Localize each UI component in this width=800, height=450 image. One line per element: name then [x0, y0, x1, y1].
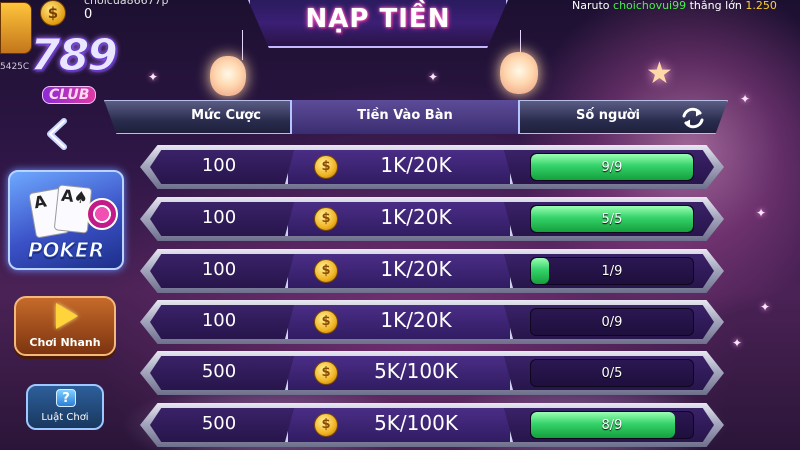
bet-value: 500 [201, 413, 237, 434]
column-header-bet: Mức Cược [191, 108, 261, 123]
lantern-string [520, 30, 521, 54]
bet-value: 100 [201, 259, 237, 280]
players-count: 8/9 [601, 418, 623, 433]
table-row[interactable]: 500 $5K/100K 0/5 [140, 351, 724, 395]
side-number: 5425C [0, 62, 30, 72]
entry-value: 1K/20K [380, 257, 452, 281]
quick-play-label: Chơi Nhanh [29, 336, 101, 349]
play-icon [56, 303, 78, 329]
bet-value: 100 [201, 310, 237, 331]
poker-chip-icon [86, 198, 118, 230]
players-bar: 0/9 [530, 308, 694, 336]
entry-value: 1K/20K [380, 205, 452, 229]
poker-game-card[interactable]: A A♠ POKER [8, 170, 124, 270]
rules-button[interactable]: ? Luật Chơi [26, 384, 104, 430]
ticker-amount: 1.250 [745, 0, 777, 12]
user-info: $ choicua86677p 0 [0, 0, 170, 28]
table-row[interactable]: 500 $5K/100K 8/9 [140, 403, 724, 447]
entry-value: 5K/100K [374, 359, 458, 383]
page-title: NẠP TIỀN [305, 4, 451, 34]
ticker-prefix: Naruto [572, 0, 610, 12]
logo-club: CLUB [42, 86, 97, 104]
lantern-icon [500, 52, 538, 94]
star-icon: ✦ [148, 70, 159, 84]
coin-icon: $ [314, 310, 338, 334]
coin-icon: $ [314, 155, 338, 179]
coin-icon: $ [314, 259, 338, 283]
brand-logo: 789 CLUB [30, 30, 118, 110]
table-row[interactable]: 100 $1K/20K 1/9 [140, 249, 724, 293]
table-row[interactable]: 100 $1K/20K 9/9 [140, 145, 724, 189]
entry-value: 1K/20K [380, 308, 452, 332]
players-count: 9/9 [601, 160, 623, 175]
bet-value: 500 [201, 361, 237, 382]
star-icon: ✦ [732, 336, 743, 350]
bet-value: 100 [201, 207, 237, 228]
question-icon: ? [56, 389, 76, 407]
star-icon: ✦ [756, 206, 767, 220]
coin-icon: $ [314, 361, 338, 385]
ticker-middle: thắng lớn [689, 0, 742, 12]
table-row[interactable]: 100 $1K/20K 0/9 [140, 300, 724, 344]
players-bar: 0/5 [530, 359, 694, 387]
players-bar: 8/9 [530, 411, 694, 439]
coin-icon: $ [314, 413, 338, 437]
star-icon: ✦ [740, 92, 751, 106]
lantern-icon [210, 56, 246, 96]
players-bar: 1/9 [530, 257, 694, 285]
quick-play-button[interactable]: Chơi Nhanh [14, 296, 116, 356]
lobby-scene: ✦ ✦ ✦ ✦ ✦ ✦ ★ $ choicua86677p 0 5425C 78… [0, 0, 800, 450]
coin-icon: $ [314, 207, 338, 231]
ticker-player: choichovui99 [613, 0, 687, 12]
players-count: 1/9 [601, 264, 623, 279]
entry-value: 5K/100K [374, 411, 458, 435]
rules-label: Luật Chơi [41, 412, 89, 423]
column-header-entry: Tiền Vào Bàn [357, 108, 453, 123]
players-count: 0/5 [601, 366, 623, 381]
table-row[interactable]: 100 $1K/20K 5/5 [140, 197, 724, 241]
players-count: 5/5 [601, 212, 623, 227]
star-icon: ✦ [760, 300, 771, 314]
logo-number: 789 [30, 30, 119, 82]
column-header-players: Số người [575, 108, 641, 123]
star-icon: ✦ [428, 70, 439, 84]
lantern-string [242, 30, 243, 60]
bet-value: 100 [201, 155, 237, 176]
players-count: 0/9 [601, 315, 623, 330]
entry-value: 1K/20K [380, 153, 452, 177]
refresh-icon[interactable] [680, 105, 706, 131]
star-icon: ★ [646, 56, 673, 91]
user-balance: 0 [84, 7, 93, 22]
coin-icon: $ [40, 0, 66, 26]
chevron-left-icon[interactable] [44, 118, 70, 150]
winner-ticker: Naruto choichovui99 thắng lớn 1.250 [572, 0, 777, 12]
user-name: choicua86677p [84, 0, 169, 7]
poker-label: POKER [27, 238, 105, 263]
players-bar: 5/5 [530, 205, 694, 233]
players-bar: 9/9 [530, 153, 694, 181]
